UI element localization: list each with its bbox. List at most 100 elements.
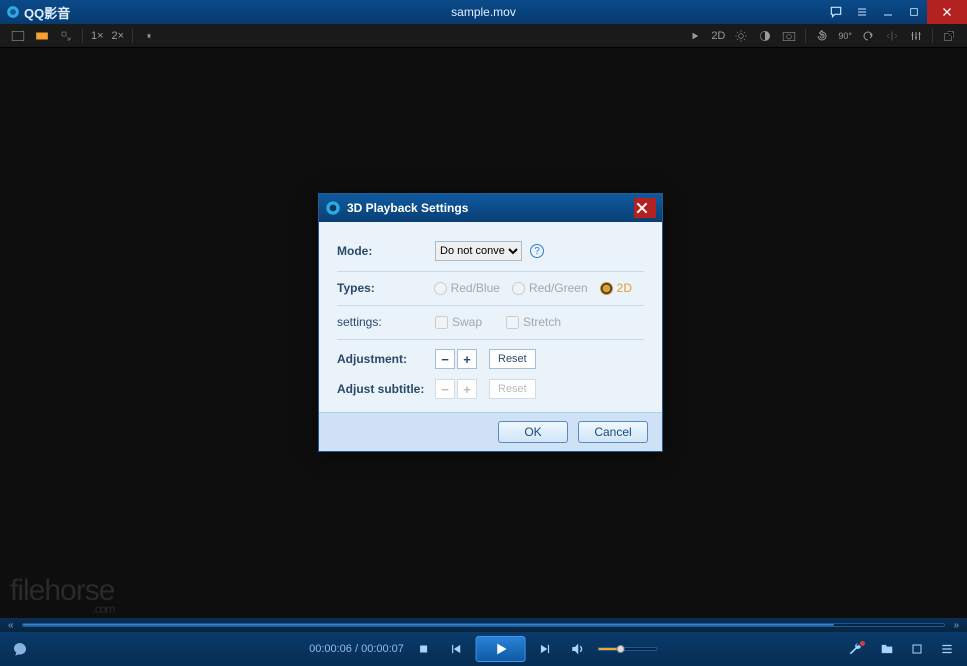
volume-thumb[interactable] (616, 645, 624, 653)
player-controls: 00:00:06 / 00:00:07 (0, 632, 967, 666)
volume-level (599, 648, 616, 650)
adjustment-label: Adjustment: (337, 352, 435, 366)
filehorse-watermark: filehorse .com (10, 574, 114, 616)
rotate-90-button[interactable]: 90° (834, 26, 856, 46)
seek-prev-chapter[interactable]: « (8, 620, 14, 631)
settings-row: settings: Swap Stretch (337, 310, 644, 340)
adjustment-row: Adjustment: − + Reset (337, 344, 644, 374)
subtitle-toggle[interactable] (8, 637, 32, 661)
type-redblue-radio[interactable]: Red/Blue (434, 281, 500, 295)
subtitle-plus: + (457, 379, 477, 399)
help-button[interactable]: ? (530, 244, 544, 258)
playmode-button[interactable] (683, 26, 707, 46)
adjust-subtitle-row: Adjust subtitle: − + Reset (337, 374, 644, 404)
snapshot-button[interactable] (777, 26, 801, 46)
popout-icon (943, 30, 955, 42)
maximize-button[interactable] (901, 0, 927, 24)
adjustment-minus[interactable]: − (435, 349, 455, 369)
aspect-icon (11, 30, 25, 42)
adjustment-reset[interactable]: Reset (489, 349, 536, 369)
minimize-icon (882, 6, 894, 18)
type-2d-radio[interactable]: 2D (600, 281, 632, 295)
equalizer-icon (910, 30, 922, 42)
ok-button[interactable]: OK (498, 421, 568, 443)
close-icon (941, 6, 953, 18)
toolbar-separator (132, 29, 133, 43)
dialog-close-button[interactable] (634, 198, 656, 218)
speed-2x-button[interactable]: 2× (108, 26, 129, 46)
compact-view-button[interactable] (30, 26, 54, 46)
next-button[interactable] (534, 637, 558, 661)
pin-button[interactable] (137, 26, 161, 46)
fullscreen-button[interactable] (905, 637, 929, 661)
brightness-icon (734, 29, 748, 43)
subtitle-minus: − (435, 379, 455, 399)
toolbar-separator (82, 29, 83, 43)
popout-button[interactable] (937, 26, 961, 46)
equalizer-button[interactable] (904, 26, 928, 46)
playlist-icon (940, 642, 954, 656)
close-button[interactable] (927, 0, 967, 24)
mini-button[interactable] (54, 26, 78, 46)
speech-bubble-icon (829, 5, 843, 19)
type-redgreen-radio[interactable]: Red/Green (512, 281, 588, 295)
flip-button[interactable] (880, 26, 904, 46)
qq-logo-icon (325, 200, 341, 216)
open-file-button[interactable] (875, 637, 899, 661)
rotate-right-button[interactable] (856, 26, 880, 46)
swap-checkbox[interactable]: Swap (435, 315, 482, 329)
color-icon (758, 29, 772, 43)
compact-icon (35, 30, 49, 42)
mute-button[interactable] (566, 637, 590, 661)
3d-mode-button[interactable]: 2D (707, 26, 729, 46)
dialog-titlebar[interactable]: 3D Playback Settings (319, 194, 662, 222)
menu-button[interactable] (849, 0, 875, 24)
notification-dot-icon (860, 641, 865, 646)
dialog-footer: OK Cancel (319, 412, 662, 451)
seek-bar: « » (0, 618, 967, 632)
qq-logo-icon (6, 5, 20, 19)
total-time: 00:00:07 (361, 643, 404, 655)
rotate-right-icon (862, 30, 874, 42)
seek-progress (23, 624, 834, 626)
cancel-button[interactable]: Cancel (578, 421, 648, 443)
prev-button[interactable] (444, 637, 468, 661)
stretch-checkbox[interactable]: Stretch (506, 315, 561, 329)
mode-select[interactable]: Do not conve (435, 241, 522, 261)
window-title: sample.mov (0, 5, 967, 19)
aspect-button[interactable] (6, 26, 30, 46)
rotate-left-button[interactable] (810, 26, 834, 46)
pin-icon (143, 30, 155, 42)
stop-button[interactable] (412, 637, 436, 661)
types-label: Types: (337, 281, 434, 295)
time-display: 00:00:06 / 00:00:07 (309, 643, 404, 655)
adjustment-plus[interactable]: + (457, 349, 477, 369)
toolbar-separator (932, 29, 933, 43)
3d-settings-dialog: 3D Playback Settings Mode: Do not conve … (318, 193, 663, 452)
mode-label: Mode: (337, 244, 435, 258)
prev-icon (449, 642, 463, 656)
play-button[interactable] (476, 636, 526, 662)
current-time: 00:00:06 (309, 643, 352, 655)
secondary-toolbar: 1× 2× 2D 90° (0, 24, 967, 48)
feedback-button[interactable] (823, 0, 849, 24)
minimize-button[interactable] (875, 0, 901, 24)
menu-icon (856, 6, 868, 18)
mode-row: Mode: Do not conve ? (337, 236, 644, 272)
settings-label: settings: (337, 315, 435, 329)
next-icon (539, 642, 553, 656)
speed-1x-button[interactable]: 1× (87, 26, 108, 46)
seek-next-chapter[interactable]: » (953, 620, 959, 631)
tools-button[interactable] (845, 637, 869, 661)
color-button[interactable] (753, 26, 777, 46)
play-small-icon (690, 31, 700, 41)
playlist-button[interactable] (935, 637, 959, 661)
brightness-button[interactable] (729, 26, 753, 46)
toolbar-separator (805, 29, 806, 43)
seek-track[interactable] (22, 623, 946, 627)
flip-icon (886, 30, 898, 42)
subtitle-reset: Reset (489, 379, 536, 399)
app-name: QQ影音 (24, 3, 70, 22)
fullscreen-icon (911, 643, 923, 655)
volume-slider[interactable] (598, 647, 658, 651)
